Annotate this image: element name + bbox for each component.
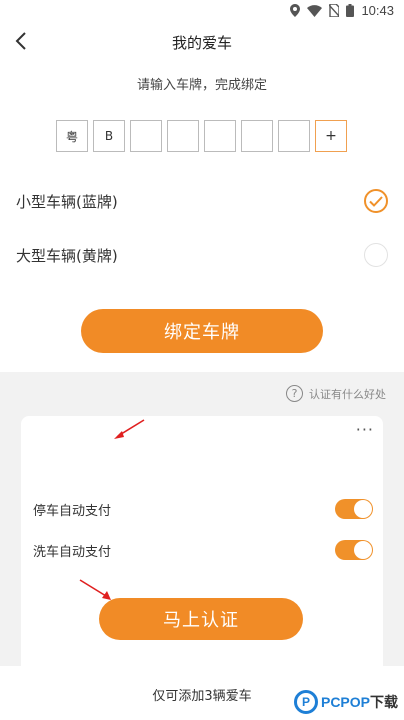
vehicle-type-label: 大型车辆(黄牌)	[16, 246, 118, 265]
carwash-autopay-toggle[interactable]	[335, 540, 373, 560]
annotation-arrow-icon	[114, 419, 145, 439]
vehicle-type-small[interactable]: 小型车辆(蓝牌)	[16, 186, 388, 216]
plate-char-3[interactable]	[130, 120, 162, 152]
plate-char-6[interactable]	[241, 120, 273, 152]
check-circle-icon[interactable]	[364, 189, 388, 213]
plate-add-char-button[interactable]: +	[315, 120, 347, 152]
watermark-latin: PCPOP	[320, 694, 370, 710]
location-icon	[290, 4, 301, 17]
verify-now-button[interactable]: 马上认证	[99, 598, 303, 640]
status-icons: 10:43	[290, 3, 394, 18]
certification-benefits-label: 认证有什么好处	[309, 387, 386, 401]
status-bar: 10:43	[0, 0, 404, 24]
wifi-icon	[307, 4, 323, 17]
battery-icon	[346, 4, 355, 17]
plate-char-4[interactable]	[167, 120, 199, 152]
plate-input-row: 粤 B +	[56, 120, 347, 152]
page-title: 我的爱车	[171, 34, 232, 52]
annotation-arrow-icon	[79, 579, 111, 600]
status-time: 10:43	[361, 3, 394, 18]
bind-plate-button[interactable]: 绑定车牌	[81, 309, 323, 353]
vehicle-type-label: 小型车辆(蓝牌)	[16, 192, 118, 211]
pcpop-watermark: P PCPOP下载	[293, 690, 398, 714]
help-circle-icon: ?	[286, 385, 303, 402]
parking-autopay-toggle[interactable]	[335, 499, 373, 519]
no-sim-icon	[329, 4, 340, 17]
plate-char-city[interactable]: B	[93, 120, 125, 152]
plate-char-5[interactable]	[204, 120, 236, 152]
toggle-knob	[354, 500, 372, 518]
pcpop-logo-icon: P	[293, 690, 318, 714]
plate-hint: 请输入车牌，完成绑定	[136, 78, 267, 93]
plate-char-province[interactable]: 粤	[56, 120, 88, 152]
more-options-button[interactable]: ···	[356, 420, 374, 439]
header: 我的爱车	[0, 24, 404, 62]
vehicle-type-large[interactable]: 大型车辆(黄牌)	[16, 240, 388, 270]
toggle-label: 洗车自动支付	[33, 544, 112, 560]
certification-benefits-link[interactable]: ? 认证有什么好处	[286, 385, 386, 402]
toggle-row-parking-autopay: 停车自动支付	[33, 496, 373, 522]
watermark-cn: 下载	[370, 694, 398, 710]
toggle-knob	[354, 541, 372, 559]
watermark-text: PCPOP下载	[321, 692, 398, 712]
toggle-label: 停车自动支付	[33, 503, 112, 519]
radio-empty-icon[interactable]	[364, 243, 388, 267]
plate-char-7[interactable]	[278, 120, 310, 152]
toggle-row-carwash-autopay: 洗车自动支付	[33, 537, 373, 563]
